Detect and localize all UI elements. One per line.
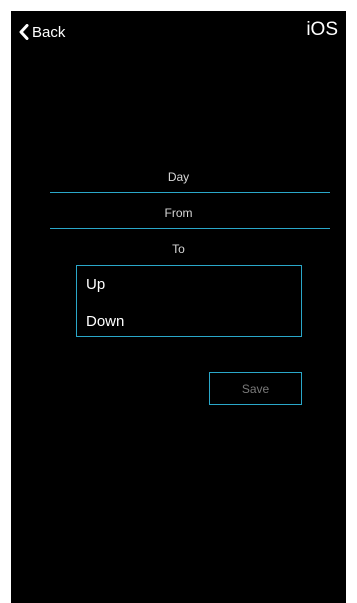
back-button[interactable]: Back [19, 20, 65, 44]
dropdown-option-down[interactable]: Down [86, 313, 124, 330]
day-field[interactable]: Day [11, 170, 346, 184]
save-button[interactable]: Save [209, 372, 302, 405]
platform-label: iOS [306, 19, 338, 40]
divider [50, 192, 330, 193]
to-field[interactable]: To [11, 242, 346, 256]
back-label: Back [32, 23, 66, 41]
direction-dropdown[interactable]: Up Down [76, 265, 302, 337]
dropdown-option-up[interactable]: Up [86, 276, 105, 293]
app-screen: Back iOS Day From To Up Down Save [11, 11, 346, 603]
chevron-left-icon [19, 24, 29, 40]
divider [50, 228, 330, 229]
from-field[interactable]: From [11, 206, 346, 220]
